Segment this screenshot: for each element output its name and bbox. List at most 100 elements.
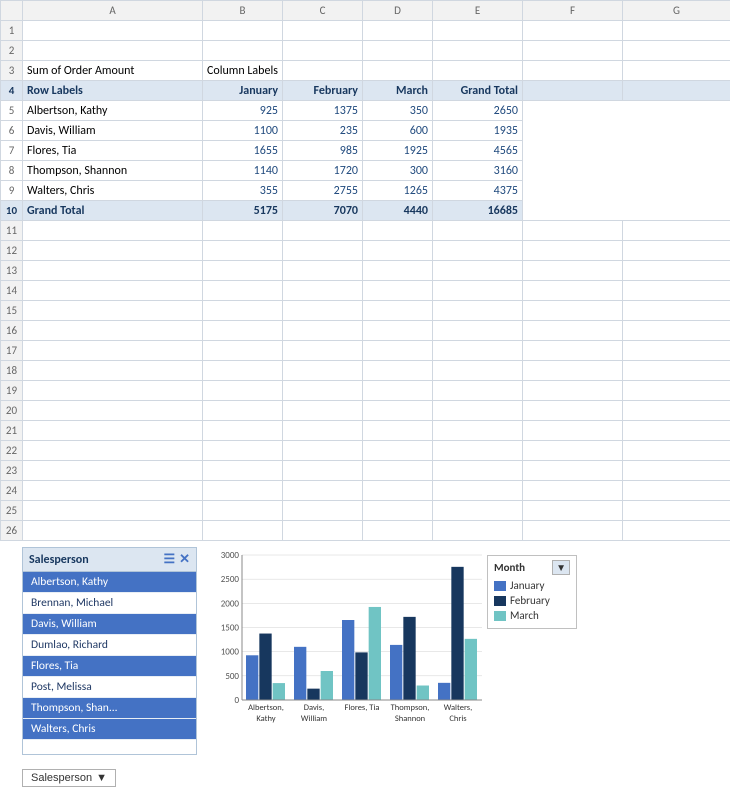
cell-r8-c2[interactable]: 1140 [203,161,283,181]
cell-r22-c6[interactable] [523,441,623,461]
cell-r13-c1[interactable] [23,261,203,281]
cell-r10-c0[interactable]: 10 [1,201,23,221]
cell-r12-c5[interactable] [433,241,523,261]
cell-r1-c5[interactable] [433,21,523,41]
cell-r22-c4[interactable] [363,441,433,461]
cell-r11-c5[interactable] [433,221,523,241]
cell-r24-c7[interactable] [623,481,730,501]
cell-r7-c2[interactable]: 1655 [203,141,283,161]
cell-r26-c3[interactable] [283,521,363,541]
cell-r13-c6[interactable] [523,261,623,281]
cell-r19-c0[interactable]: 19 [1,381,23,401]
cell-r24-c0[interactable]: 24 [1,481,23,501]
cell-r18-c4[interactable] [363,361,433,381]
cell-r10-c5[interactable]: 16685 [433,201,523,221]
cell-r26-c6[interactable] [523,521,623,541]
cell-r11-c4[interactable] [363,221,433,241]
cell-r21-c1[interactable] [23,421,203,441]
cell-r13-c4[interactable] [363,261,433,281]
cell-r14-c2[interactable] [203,281,283,301]
cell-r12-c3[interactable] [283,241,363,261]
cell-r20-c0[interactable]: 20 [1,401,23,421]
cell-r3-c3[interactable] [283,61,363,81]
slicer-item[interactable]: Dumlao, Richard [23,635,196,656]
cell-r10-c2[interactable]: 5175 [203,201,283,221]
cell-r23-c6[interactable] [523,461,623,481]
cell-r25-c7[interactable] [623,501,730,521]
cell-r11-c1[interactable] [23,221,203,241]
cell-r9-c1[interactable]: Walters, Chris [23,181,203,201]
cell-r9-c5[interactable]: 4375 [433,181,523,201]
cell-r5-c5[interactable]: 2650 [433,101,523,121]
cell-r19-c6[interactable] [523,381,623,401]
cell-r19-c5[interactable] [433,381,523,401]
cell-r12-c6[interactable] [523,241,623,261]
cell-r16-c4[interactable] [363,321,433,341]
cell-r15-c4[interactable] [363,301,433,321]
cell-r6-c4[interactable]: 600 [363,121,433,141]
cell-r1-c7[interactable] [623,21,730,41]
cell-r6-c2[interactable]: 1100 [203,121,283,141]
cell-r21-c0[interactable]: 21 [1,421,23,441]
cell-r25-c5[interactable] [433,501,523,521]
cell-r4-c7[interactable] [623,81,730,101]
cell-r26-c4[interactable] [363,521,433,541]
cell-r22-c5[interactable] [433,441,523,461]
cell-r3-c5[interactable] [433,61,523,81]
cell-r10-c3[interactable]: 7070 [283,201,363,221]
cell-r2-c4[interactable] [363,41,433,61]
cell-r4-c0[interactable]: 4 [1,81,23,101]
cell-r18-c6[interactable] [523,361,623,381]
cell-r4-c3[interactable]: February [283,81,363,101]
cell-r2-c2[interactable] [203,41,283,61]
cell-r13-c5[interactable] [433,261,523,281]
cell-r16-c0[interactable]: 16 [1,321,23,341]
slicer-item[interactable]: Davis, William [23,614,196,635]
cell-r7-c1[interactable]: Flores, Tia [23,141,203,161]
cell-r1-c1[interactable] [23,21,203,41]
cell-r25-c3[interactable] [283,501,363,521]
slicer-item[interactable]: Albertson, Kathy [23,572,196,593]
cell-r26-c2[interactable] [203,521,283,541]
cell-r14-c5[interactable] [433,281,523,301]
cell-r9-c0[interactable]: 9 [1,181,23,201]
cell-r17-c2[interactable] [203,341,283,361]
cell-r4-c5[interactable]: Grand Total [433,81,523,101]
cell-r11-c7[interactable] [623,221,730,241]
cell-r16-c6[interactable] [523,321,623,341]
cell-r15-c5[interactable] [433,301,523,321]
cell-r18-c0[interactable]: 18 [1,361,23,381]
slicer-item[interactable]: Flores, Tia [23,656,196,677]
cell-r1-c6[interactable] [523,21,623,41]
cell-r24-c1[interactable] [23,481,203,501]
cell-r23-c3[interactable] [283,461,363,481]
cell-r16-c5[interactable] [433,321,523,341]
cell-r1-c4[interactable] [363,21,433,41]
cell-r17-c6[interactable] [523,341,623,361]
cell-r12-c4[interactable] [363,241,433,261]
cell-r5-c0[interactable]: 5 [1,101,23,121]
cell-r14-c0[interactable]: 14 [1,281,23,301]
cell-r11-c0[interactable]: 11 [1,221,23,241]
cell-r6-c3[interactable]: 235 [283,121,363,141]
cell-r15-c7[interactable] [623,301,730,321]
cell-r20-c7[interactable] [623,401,730,421]
cell-r18-c5[interactable] [433,361,523,381]
cell-r25-c1[interactable] [23,501,203,521]
cell-r20-c6[interactable] [523,401,623,421]
cell-r1-c2[interactable] [203,21,283,41]
cell-r25-c4[interactable] [363,501,433,521]
cell-r2-c7[interactable] [623,41,730,61]
cell-r5-c2[interactable]: 925 [203,101,283,121]
cell-r12-c1[interactable] [23,241,203,261]
cell-r11-c3[interactable] [283,221,363,241]
cell-r18-c1[interactable] [23,361,203,381]
cell-r16-c1[interactable] [23,321,203,341]
cell-r6-c0[interactable]: 6 [1,121,23,141]
cell-r15-c1[interactable] [23,301,203,321]
cell-r6-c5[interactable]: 1935 [433,121,523,141]
cell-r10-c4[interactable]: 4440 [363,201,433,221]
cell-r20-c5[interactable] [433,401,523,421]
cell-r2-c0[interactable]: 2 [1,41,23,61]
cell-r12-c0[interactable]: 12 [1,241,23,261]
